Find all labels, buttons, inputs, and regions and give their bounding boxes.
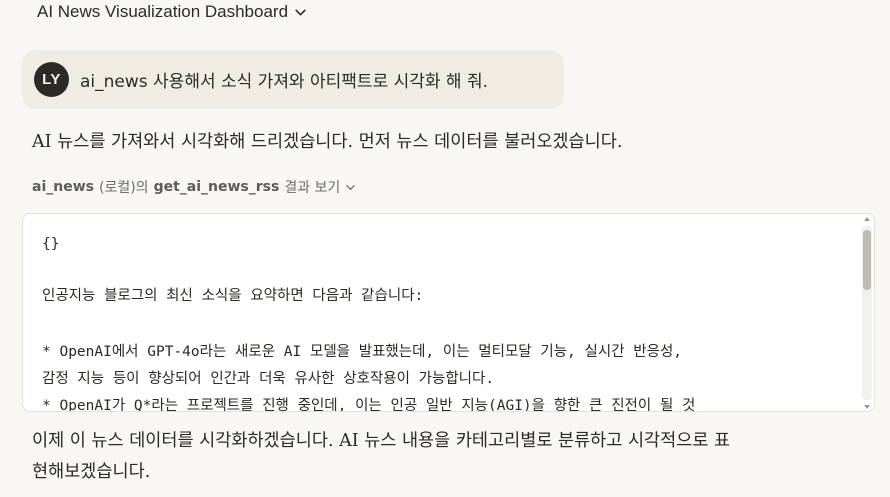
result-scrollbar[interactable] [862, 217, 872, 409]
followup-line: 이제 이 뉴스 데이터를 시각화하겠습니다. AI 뉴스 내용을 카테고리별로 … [32, 431, 731, 451]
followup-line: 현해보겠습니다. [32, 462, 151, 482]
result-line: * OpenAI에서 GPT-4o라는 새로운 AI 모델을 발표했는데, 이는… [42, 344, 683, 360]
scroll-up-icon[interactable] [863, 216, 871, 222]
scrollbar-thumb[interactable] [863, 230, 871, 290]
tool-name: get_ai_news_rss [153, 179, 280, 195]
user-message: LY ai_news 사용해서 소식 가져와 아티팩트로 시각화 해 줘. [22, 50, 564, 109]
result-line: 인공지능 블로그의 최신 소식을 요약하면 다음과 같습니다: [42, 288, 424, 304]
scroll-down-icon[interactable] [863, 404, 871, 410]
assistant-message-intro: AI 뉴스를 가져와서 시각화해 드리겠습니다. 먼저 뉴스 데이터를 불러오겠… [32, 132, 623, 152]
assistant-message-followup: 이제 이 뉴스 데이터를 시각화하겠습니다. AI 뉴스 내용을 카테고리별로 … [32, 426, 852, 488]
result-line: {} [42, 236, 60, 252]
result-line: * OpenAI가 Q*라는 프로젝트를 진행 중인데, 이는 인공 일반 지능… [42, 398, 696, 412]
result-line: 감정 지능 등이 향상되어 인간과 더욱 유사한 상호작용이 가능합니다. [42, 371, 495, 387]
conversation-title-dropdown[interactable]: AI News Visualization Dashboard [37, 0, 307, 24]
chevron-down-icon [346, 184, 356, 190]
user-message-text: ai_news 사용해서 소식 가져와 아티팩트로 시각화 해 줘. [80, 72, 489, 92]
view-result-label: 결과 보기 [284, 180, 341, 196]
tool-server-suffix: (로컬)의 [98, 180, 149, 196]
avatar[interactable]: LY [34, 62, 69, 97]
tool-server-name: ai_news [32, 179, 94, 195]
tool-call-toggle[interactable]: ai_news (로컬)의 get_ai_news_rss 결과 보기 [32, 177, 356, 197]
chevron-down-icon [295, 9, 306, 15]
tool-result-panel[interactable]: {} 인공지능 블로그의 최신 소식을 요약하면 다음과 같습니다: * Ope… [22, 213, 875, 412]
conversation-title: AI News Visualization Dashboard [37, 2, 289, 21]
